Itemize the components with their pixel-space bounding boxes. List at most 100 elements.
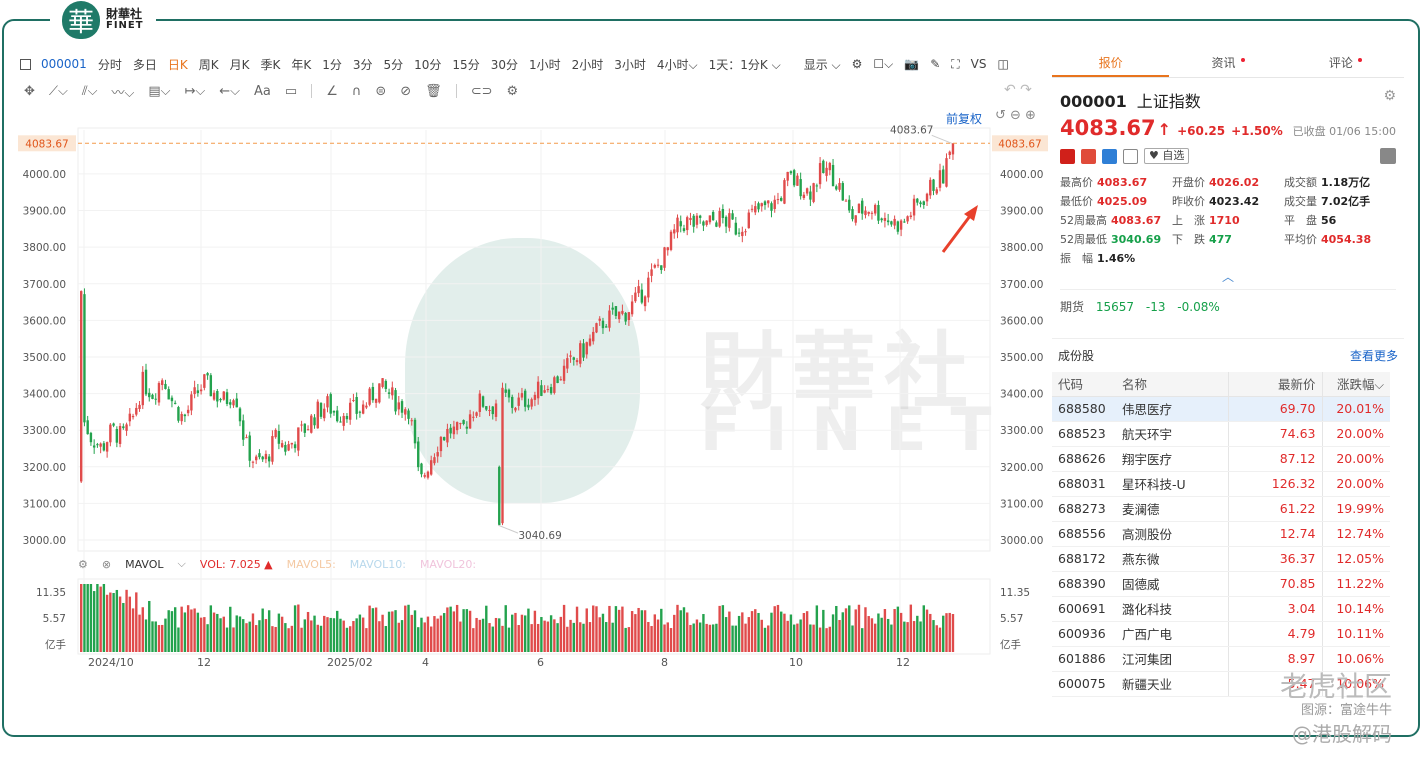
period-8[interactable]: 3分	[353, 56, 373, 73]
hide-icon[interactable]: ⊘	[400, 84, 411, 99]
row-price: 12.74	[1227, 521, 1322, 547]
period-7[interactable]: 1分	[322, 56, 342, 73]
draw-settings-icon[interactable]: ⚙	[506, 84, 518, 99]
stock-code-input[interactable]: 000001	[41, 57, 87, 71]
table-row[interactable]: 688580 伟思医疗 69.70 20.01%	[1052, 396, 1390, 422]
line-tool-icon[interactable]: ⟋⌵	[49, 84, 68, 99]
table-row[interactable]: 688031 星环科技-U 126.32 20.00%	[1052, 471, 1390, 497]
low-label: 3040.69	[518, 530, 561, 542]
table-row[interactable]: 688390 固德威 70.85 11.22%	[1052, 571, 1390, 597]
period-3[interactable]: 周K	[199, 56, 219, 73]
volume-bar	[767, 625, 770, 652]
watchlist-button[interactable]: ♥ 自选	[1144, 148, 1190, 164]
angle-tool-icon[interactable]: ∠	[326, 84, 338, 99]
doc-icon[interactable]	[1123, 148, 1138, 164]
period-14[interactable]: 2小时	[572, 56, 604, 73]
text-tool-icon[interactable]: Aa	[254, 84, 271, 99]
candle-body	[569, 355, 572, 357]
layout-icon[interactable]	[20, 58, 31, 70]
volume-bar	[747, 617, 750, 652]
candle-body	[131, 415, 135, 418]
fib-tool-icon[interactable]: ▤⌵	[148, 84, 170, 99]
kline-chart-area[interactable]: 4000.00 4000.00 3900.00 3900.00 3800.00 3800.…	[18, 104, 1052, 674]
y-tick-right: 3900.00	[1000, 206, 1043, 218]
panel-toggle-icon[interactable]: ◫	[998, 57, 1009, 71]
candle-body	[167, 389, 170, 400]
candle-body	[170, 397, 174, 402]
undo-icon[interactable]: ↶ ↷	[1004, 82, 1032, 98]
period-2[interactable]: 日K	[168, 56, 188, 73]
candle-body	[494, 403, 498, 417]
tag-icon[interactable]	[1102, 148, 1117, 164]
arrow-tool-icon[interactable]: ←⌵	[219, 84, 240, 99]
volume-bar	[397, 622, 400, 652]
col-price[interactable]: 最新价	[1227, 372, 1322, 397]
pen-icon[interactable]: ✎	[930, 57, 940, 71]
table-row[interactable]: 688273 麦澜德 61.22 19.99%	[1052, 496, 1390, 522]
table-row[interactable]: 688172 燕东微 36.37 12.05%	[1052, 546, 1390, 572]
tab-quote[interactable]: 报价	[1052, 50, 1170, 77]
candle-body	[682, 228, 686, 232]
period-11[interactable]: 15分	[452, 56, 479, 73]
tab-news[interactable]: 资讯	[1169, 50, 1286, 77]
period-12[interactable]: 30分	[491, 56, 518, 73]
kline-chart[interactable]: 4000.00 4000.00 3900.00 3900.00 3800.00 3800.…	[18, 104, 1052, 674]
col-change[interactable]: 涨跌幅⌵	[1321, 372, 1390, 397]
collapse-chevron-icon[interactable]: ︿	[1052, 268, 1404, 285]
volume-bar	[643, 610, 647, 652]
tab-comments[interactable]: 评论	[1287, 50, 1404, 77]
wave-tool-icon[interactable]: 〰⌵	[112, 82, 135, 101]
period-6[interactable]: 年K	[291, 56, 311, 73]
period-13[interactable]: 1小时	[529, 56, 561, 73]
fullscreen-icon[interactable]: ⛶	[951, 57, 959, 72]
see-more-link[interactable]: 查看更多	[1350, 347, 1398, 364]
candle-body	[407, 410, 410, 419]
period-17[interactable]: 1天：1分K ⌵	[709, 56, 781, 73]
chart-zoom-icons[interactable]: ↺ ⊖ ⊕	[995, 108, 1036, 123]
candle-body	[802, 194, 806, 199]
volume-bar	[323, 615, 326, 652]
col-code: 代码	[1052, 372, 1116, 397]
table-row[interactable]: 600936 广西广电 4.79 10.11%	[1052, 621, 1390, 647]
table-row[interactable]: 688626 翔宇医疗 87.12 20.00%	[1052, 446, 1390, 472]
eye-icon[interactable]: ⊜	[375, 84, 386, 99]
candle-body	[222, 391, 225, 400]
adjust-toggle[interactable]: 前复权	[946, 110, 982, 127]
y-tick-right: 3300.00	[1000, 425, 1043, 437]
measure-tool-icon[interactable]: ↦⌵	[185, 84, 206, 99]
candle-body	[391, 387, 394, 396]
table-row[interactable]: 688523 航天环宇 74.63 20.00%	[1052, 421, 1390, 447]
row-code: 688580	[1052, 396, 1116, 422]
period-10[interactable]: 10分	[414, 56, 441, 73]
camera-icon[interactable]: 📷	[904, 57, 919, 71]
period-15[interactable]: 3小时	[614, 56, 646, 73]
settings-icon[interactable]: ⚙	[852, 57, 863, 71]
link-icon[interactable]: ⊂⊃	[471, 84, 493, 99]
square-dropdown-icon[interactable]: ☐⌵	[873, 57, 893, 72]
hot-icon[interactable]	[1081, 148, 1096, 164]
period-9[interactable]: 5分	[384, 56, 404, 73]
period-16[interactable]: 4小时⌵	[657, 56, 698, 73]
magnet-icon[interactable]: ∩	[352, 84, 362, 99]
period-5[interactable]: 季K	[260, 56, 280, 73]
period-0[interactable]: 分时	[98, 56, 122, 73]
mavol-chevron-icon[interactable]: ⌵	[178, 557, 186, 571]
note-tool-icon[interactable]: ▭	[285, 84, 297, 99]
vol-settings-icon[interactable]: ⚙	[78, 558, 88, 571]
move-icon[interactable]: ✥	[24, 84, 35, 99]
period-4[interactable]: 月K	[230, 56, 250, 73]
trash-icon[interactable]: 🗑	[425, 84, 442, 99]
channel-tool-icon[interactable]: ⫽⌵	[82, 84, 98, 99]
stat-item: 最低价 4025.09	[1060, 193, 1172, 209]
quote-settings-icon[interactable]: ⚙	[1383, 88, 1396, 112]
period-1[interactable]: 多日	[133, 56, 157, 73]
table-row[interactable]: 688556 高测股份 12.74 12.74%	[1052, 521, 1390, 547]
table-row[interactable]: 600691 潞化科技 3.04 10.14%	[1052, 596, 1390, 622]
display-dropdown[interactable]: 显示 ⌵	[804, 56, 841, 73]
alert-bell-icon[interactable]	[1380, 148, 1396, 164]
mavol-select[interactable]: MAVOL	[125, 558, 163, 571]
vol-close-icon[interactable]: ⊗	[102, 558, 111, 571]
vs-button[interactable]: VS	[971, 57, 987, 71]
volume-bar	[297, 604, 300, 652]
row-code: 688626	[1052, 446, 1116, 472]
